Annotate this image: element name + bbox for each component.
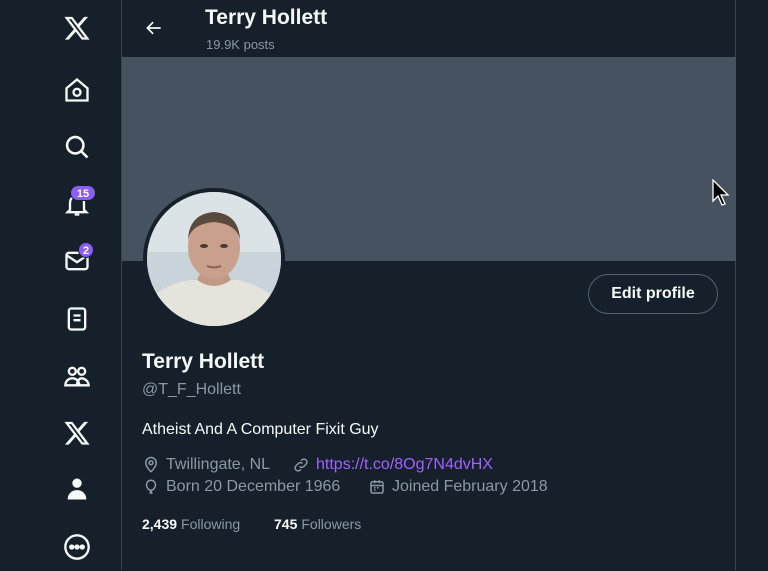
website: https://t.co/8Og7N4dvHX <box>292 456 493 474</box>
profile-icon[interactable] <box>53 465 101 513</box>
bio: Atheist And A Computer Fixit Guy <box>142 421 379 438</box>
mouse-cursor-icon <box>712 179 730 206</box>
location: Twillingate, NL <box>142 456 270 474</box>
balloon-icon <box>145 479 157 494</box>
home-icon[interactable] <box>53 66 101 114</box>
followers-link[interactable]: 745 Followers <box>274 516 361 532</box>
following-count: 2,439 <box>142 516 178 532</box>
user-handle: @T_F_Hollett <box>142 381 241 398</box>
premium-x-icon[interactable] <box>53 409 101 457</box>
x-logo-icon[interactable] <box>53 4 101 52</box>
following-label: Following <box>181 516 241 532</box>
back-arrow-icon[interactable] <box>138 12 170 44</box>
avatar[interactable] <box>143 188 285 330</box>
followers-label: Followers <box>301 516 362 532</box>
sidebar-nav: 15 2 <box>0 0 122 570</box>
location-text: Twillingate, NL <box>166 456 271 473</box>
header-title: Terry Hollett <box>205 6 328 29</box>
website-link[interactable]: https://t.co/8Og7N4dvHX <box>316 456 493 474</box>
edit-profile-button[interactable]: Edit profile <box>588 274 718 314</box>
calendar-icon <box>370 480 384 494</box>
profile-column: Terry Hollett 19.9K posts Edit profile T… <box>122 0 736 570</box>
following-link[interactable]: 2,439 Following <box>142 516 240 532</box>
joined-text: Joined February 2018 <box>392 478 548 495</box>
post-count: 19.9K posts <box>206 37 275 52</box>
notifications-badge: 15 <box>70 185 96 201</box>
profile-header: Terry Hollett 19.9K posts <box>122 0 736 57</box>
messages-badge: 2 <box>78 242 95 258</box>
communities-icon[interactable] <box>53 352 101 400</box>
display-name: Terry Hollett <box>142 350 265 373</box>
joined-date: Joined February 2018 <box>368 478 548 496</box>
more-options-icon[interactable] <box>53 523 101 571</box>
messages-envelope-icon[interactable] <box>53 237 101 285</box>
location-pin-icon <box>144 456 158 473</box>
followers-count: 745 <box>274 516 298 532</box>
lists-icon[interactable] <box>53 295 101 343</box>
search-icon[interactable] <box>53 123 101 171</box>
birthday-text: Born 20 December 1966 <box>166 478 341 495</box>
birthday: Born 20 December 1966 <box>142 478 340 496</box>
link-icon <box>294 458 308 472</box>
